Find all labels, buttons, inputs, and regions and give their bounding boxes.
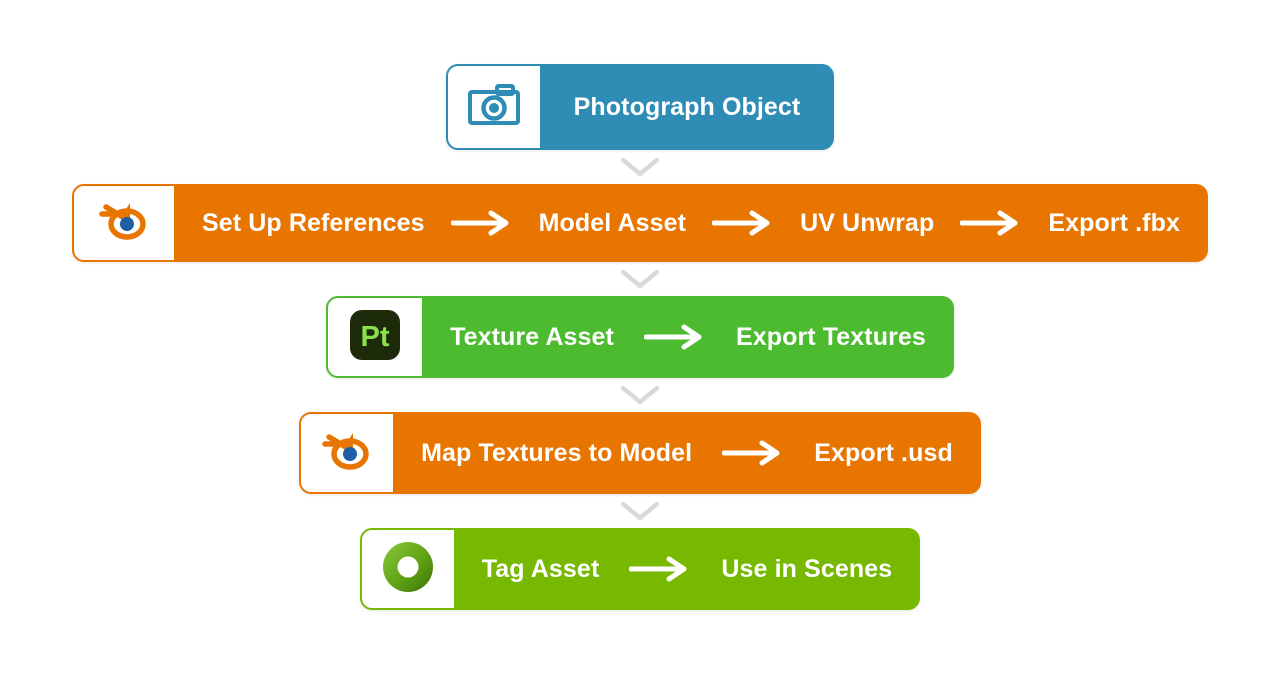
connector-chevron-4 <box>0 494 1280 528</box>
connector-chevron-1 <box>0 150 1280 184</box>
pipeline-step[interactable]: Use in Scenes <box>721 555 892 584</box>
blender-logo-icon <box>319 427 375 480</box>
pipeline-step[interactable]: Map Textures to Model <box>421 439 692 468</box>
pipeline-step[interactable]: Model Asset <box>539 209 686 238</box>
pipeline-row-body-tag-asset: Tag Asset Use in Scenes <box>453 528 921 610</box>
camera-icon <box>467 83 521 131</box>
pipeline-step[interactable]: Photograph Object <box>574 93 801 122</box>
svg-text:Pt: Pt <box>361 321 390 353</box>
green-ring-logo-icon <box>381 540 435 599</box>
chevron-down-icon <box>620 269 660 289</box>
pipeline-row-substance-painter[interactable]: Pt Texture Asset Export Textures <box>326 296 954 378</box>
arrow-right-icon <box>643 324 706 350</box>
app-icon-panel-blender-1 <box>72 184 176 262</box>
app-icon-panel-substance-painter: Pt <box>326 296 425 378</box>
pipeline-row-blender-model[interactable]: Set Up References Model Asset UV Unwrap <box>72 184 1208 262</box>
pipeline-diagram: Photograph Object Set Up References Mode… <box>0 0 1280 680</box>
pipeline-step[interactable]: Export .fbx <box>1048 209 1180 238</box>
pipeline-row-body-blender-texture: Map Textures to Model Export .usd <box>393 412 981 494</box>
chevron-down-icon <box>620 385 660 405</box>
arrow-right-icon <box>722 440 784 466</box>
arrow-right-icon <box>629 556 691 582</box>
pipeline-step[interactable]: Texture Asset <box>450 323 614 352</box>
pipeline-step[interactable]: Tag Asset <box>482 555 600 584</box>
pipeline-row-body-blender-model: Set Up References Model Asset UV Unwrap <box>174 184 1208 262</box>
chevron-down-icon <box>620 157 660 177</box>
pipeline-row-body-substance-painter: Texture Asset Export Textures <box>422 296 954 378</box>
pipeline-row-photograph[interactable]: Photograph Object <box>445 64 835 150</box>
pipeline-row-body-photograph: Photograph Object <box>539 64 835 150</box>
pipeline-row-tag-asset[interactable]: Tag Asset Use in Scenes <box>359 528 921 610</box>
arrow-right-icon <box>712 210 774 236</box>
app-icon-panel-camera <box>445 64 542 150</box>
chevron-down-icon <box>620 501 660 521</box>
blender-logo-icon <box>96 197 152 250</box>
substance-painter-pt-icon: Pt <box>349 309 401 366</box>
arrow-right-icon <box>960 210 1022 236</box>
pipeline-row-blender-texture[interactable]: Map Textures to Model Export .usd <box>299 412 981 494</box>
connector-chevron-2 <box>0 262 1280 296</box>
pipeline-step[interactable]: UV Unwrap <box>800 209 934 238</box>
pipeline-step[interactable]: Export Textures <box>736 323 926 352</box>
pipeline-step[interactable]: Export .usd <box>814 439 953 468</box>
pipeline-step[interactable]: Set Up References <box>202 209 425 238</box>
app-icon-panel-blender-2 <box>299 412 396 494</box>
arrow-right-icon <box>450 210 513 236</box>
connector-chevron-3 <box>0 378 1280 412</box>
app-icon-panel-asset-manager <box>359 528 456 610</box>
